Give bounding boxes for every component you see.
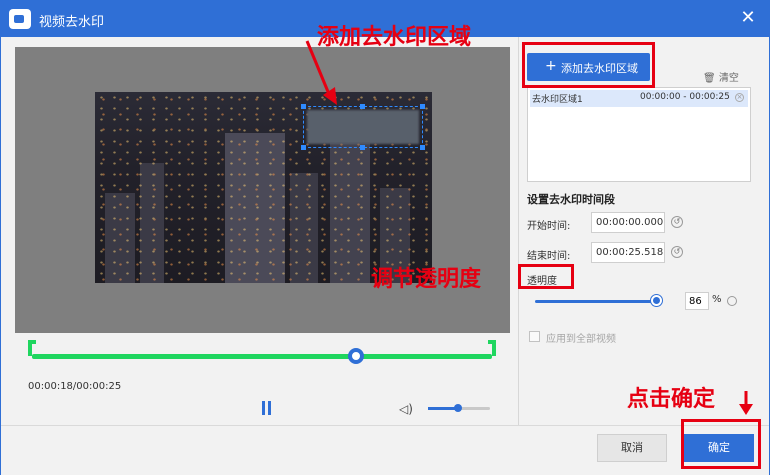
region-name: 去水印区域1 (532, 95, 583, 105)
annotation-arrow-2 (739, 391, 753, 415)
resize-handle[interactable] (301, 145, 306, 150)
annotation-opacity: 调节透明度 (371, 267, 482, 292)
dialog-title: 视频去水印 (39, 15, 105, 30)
opacity-unit: % (712, 294, 722, 305)
resize-handle[interactable] (420, 104, 425, 109)
watermark-removal-dialog: 视频去水印 ✕ 00:00:18/00:00:25 ◁) + 添加去水印区域 🗑… (0, 0, 770, 475)
annotation-confirm: 点击确定 (627, 387, 716, 412)
timeline-track[interactable] (32, 354, 492, 359)
end-time-label: 结束时间: (527, 251, 571, 262)
reset-opacity-icon[interactable] (727, 296, 737, 306)
close-icon[interactable]: ✕ (737, 7, 759, 29)
watermark-region-box[interactable] (301, 104, 425, 150)
pause-icon[interactable] (260, 401, 274, 417)
app-icon (9, 9, 31, 29)
playhead-knob[interactable] (348, 348, 364, 364)
region-list: 去水印区域1 00:00:00 - 00:00:25 × (527, 87, 751, 182)
start-time-input[interactable]: 00:00:00.000 (591, 212, 665, 233)
panel-divider (518, 37, 519, 425)
apply-all-label: 应用到全部视频 (546, 334, 616, 345)
volume-slider[interactable] (428, 404, 490, 412)
annotation-box-add (522, 42, 655, 88)
region-end: 00:00:25 (689, 92, 730, 102)
resize-handle[interactable] (360, 104, 365, 109)
app-root: 视频去水印 ✕ 00:00:18/00:00:25 ◁) + 添加去水印区域 🗑… (0, 0, 770, 475)
resize-handle[interactable] (360, 145, 365, 150)
clear-button[interactable]: 🗑 清空 (703, 69, 739, 84)
volume-icon[interactable]: ◁) (399, 403, 413, 415)
region-range: 00:00:00 - 00:00:25 (640, 92, 730, 102)
reset-end-icon[interactable]: ↺ (671, 246, 683, 258)
opacity-slider[interactable] (535, 300, 661, 303)
annotation-arrow-1 (305, 40, 337, 105)
playback-time: 00:00:18/00:00:25 (28, 381, 122, 392)
volume-knob[interactable] (454, 404, 462, 412)
resize-handle[interactable] (420, 145, 425, 150)
list-item[interactable]: 去水印区域1 00:00:00 - 00:00:25 × (530, 90, 748, 107)
annotation-box-opacity (518, 264, 574, 289)
remove-region-icon[interactable]: × (735, 93, 744, 102)
apply-all-checkbox[interactable] (529, 331, 540, 342)
time-section-title: 设置去水印时间段 (527, 193, 615, 206)
annotation-box-ok (681, 419, 761, 469)
trash-icon: 🗑 (703, 73, 716, 84)
end-time-input[interactable]: 00:00:25.518 (591, 242, 665, 263)
blurred-region (307, 110, 419, 144)
opacity-input[interactable]: 86 (685, 292, 709, 310)
timeline-trim-bar[interactable] (28, 340, 496, 370)
opacity-knob[interactable] (651, 295, 662, 306)
start-time-label: 开始时间: (527, 221, 571, 232)
reset-start-icon[interactable]: ↺ (671, 216, 683, 228)
cancel-button[interactable]: 取消 (597, 434, 667, 462)
clear-label: 清空 (718, 73, 739, 84)
region-start: 00:00:00 (640, 92, 681, 102)
